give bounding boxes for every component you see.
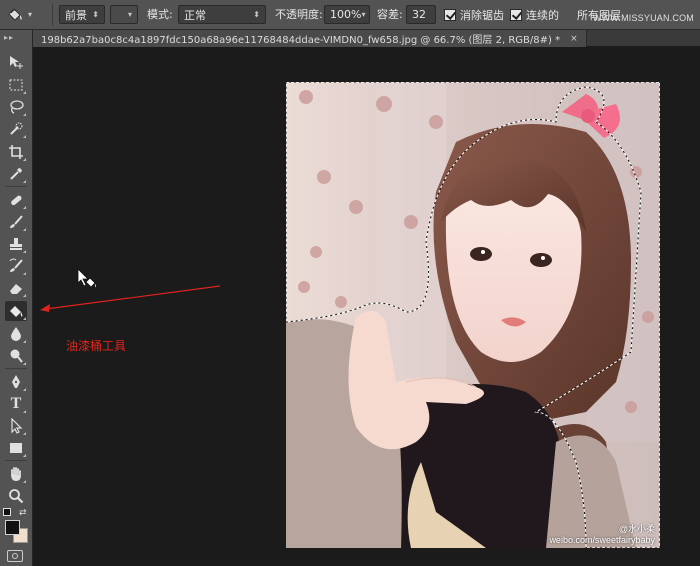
- blur-tool[interactable]: [5, 324, 27, 344]
- opacity-input[interactable]: 100% ▾: [324, 5, 370, 24]
- mode-label: 模式:: [147, 8, 173, 21]
- tolerance-value: 32: [412, 8, 426, 21]
- options-bar: ▾ 前景 ⬍ ▾ 模式: 正常 ⬍ 不透明度: 100% ▾ 容差: 32 消除…: [0, 0, 700, 30]
- anti-alias-label: 消除锯齿: [460, 8, 504, 22]
- default-colors-icon[interactable]: [3, 508, 11, 516]
- drop-icon: [11, 327, 21, 341]
- blend-mode-select[interactable]: 正常 ⬍: [178, 5, 266, 24]
- zoom-icon: [9, 489, 24, 504]
- pen-icon: [12, 375, 20, 388]
- tolerance-label: 容差:: [377, 8, 403, 21]
- marquee-tool[interactable]: [5, 75, 27, 95]
- quick-mask-button[interactable]: [7, 550, 23, 562]
- canvas-area[interactable]: @水小柔 weibo.com/sweetfairybaby: [33, 47, 700, 566]
- crop-tool[interactable]: [5, 142, 27, 162]
- opacity-label: 不透明度:: [275, 8, 323, 21]
- checkbox-checked-icon: [510, 8, 522, 21]
- eraser-tool[interactable]: [5, 278, 27, 298]
- divider: [5, 460, 27, 461]
- paint-bucket-cursor-icon: [77, 268, 97, 289]
- hand-tool[interactable]: [5, 464, 27, 484]
- shape-tool[interactable]: [5, 438, 27, 458]
- swap-colors-icon[interactable]: ⇄: [19, 508, 27, 518]
- blend-mode-value: 正常: [184, 8, 206, 22]
- dodge-tool[interactable]: [5, 346, 27, 366]
- fill-source-value: 前景: [65, 8, 87, 22]
- divider: [5, 368, 27, 369]
- tolerance-input[interactable]: 32: [406, 5, 436, 24]
- brush-icon: [10, 215, 23, 228]
- opacity-value: 100%: [330, 8, 362, 21]
- pen-tool[interactable]: [5, 372, 27, 392]
- photo-watermark-url: weibo.com/sweetfairybaby: [549, 535, 655, 545]
- photo-watermark: @水小柔 weibo.com/sweetfairybaby: [549, 524, 655, 546]
- divider: [5, 186, 27, 187]
- site-watermark: WWW.MISSYUAN.COM: [592, 13, 694, 23]
- divider: [52, 4, 53, 26]
- chevron-updown-icon: ⬍: [253, 10, 260, 19]
- foreground-color-swatch[interactable]: [5, 520, 20, 535]
- move-icon: [10, 56, 23, 69]
- stamp-icon: [10, 238, 22, 250]
- pattern-picker[interactable]: ▾: [110, 5, 138, 24]
- photo-watermark-handle: @水小柔: [618, 524, 655, 534]
- eyedropper-tool[interactable]: [5, 164, 27, 184]
- checkbox-checked-icon: [444, 8, 456, 21]
- history-brush-tool[interactable]: [5, 256, 27, 276]
- history-brush-icon: [9, 258, 23, 272]
- paint-bucket-tool[interactable]: [5, 301, 27, 321]
- dodge-icon: [10, 349, 23, 363]
- chevron-down-icon: ▾: [28, 10, 33, 19]
- type-icon: T: [10, 395, 22, 412]
- type-tool[interactable]: T: [5, 394, 27, 414]
- path-select-tool[interactable]: [5, 416, 27, 436]
- tool-preset-picker[interactable]: ▾: [6, 5, 48, 24]
- chevron-down-icon: ▾: [127, 10, 132, 19]
- panel-grip-icon[interactable]: ▸▸: [4, 33, 14, 42]
- lasso-tool[interactable]: [5, 97, 27, 117]
- toolbox: ▸▸ T ⇄: [0, 30, 33, 566]
- move-tool[interactable]: [5, 52, 27, 72]
- path-select-icon: [11, 418, 23, 434]
- zoom-tool[interactable]: [5, 486, 27, 506]
- document-tab-bar: 198b62a7ba0c8c4a1897fdc150a68a96e1176848…: [33, 30, 700, 47]
- brush-tool[interactable]: [5, 212, 27, 232]
- annotation-label: 油漆桶工具: [66, 339, 127, 353]
- contiguous-label: 连续的: [526, 8, 559, 22]
- paint-bucket-icon: [8, 7, 22, 21]
- bandage-icon: [11, 195, 22, 206]
- document-canvas-image[interactable]: @水小柔 weibo.com/sweetfairybaby: [286, 82, 660, 548]
- photo-portrait: [286, 82, 660, 548]
- chevron-updown-icon: ⬍: [92, 10, 99, 19]
- document-tab-title: 198b62a7ba0c8c4a1897fdc150a68a96e1176848…: [41, 35, 561, 46]
- stamp-tool[interactable]: [5, 234, 27, 254]
- fill-source-select[interactable]: 前景 ⬍: [59, 5, 105, 24]
- chevron-down-icon: ▾: [361, 10, 366, 19]
- lasso-icon: [10, 100, 24, 114]
- quick-select-icon: [10, 122, 23, 135]
- eraser-icon: [10, 284, 22, 294]
- document-tab[interactable]: 198b62a7ba0c8c4a1897fdc150a68a96e1176848…: [33, 30, 587, 47]
- close-icon[interactable]: ×: [570, 34, 578, 44]
- hand-icon: [11, 467, 21, 481]
- rectangle-icon: [10, 443, 22, 453]
- rect-marquee-icon: [9, 79, 23, 91]
- quick-select-tool[interactable]: [5, 119, 27, 139]
- crop-icon: [9, 145, 23, 159]
- paint-bucket-icon: [10, 306, 23, 317]
- eyedropper-icon: [10, 168, 22, 180]
- healing-brush-tool[interactable]: [5, 190, 27, 210]
- anti-alias-checkbox[interactable]: 消除锯齿: [444, 5, 504, 24]
- quick-mask-icon: [12, 553, 18, 559]
